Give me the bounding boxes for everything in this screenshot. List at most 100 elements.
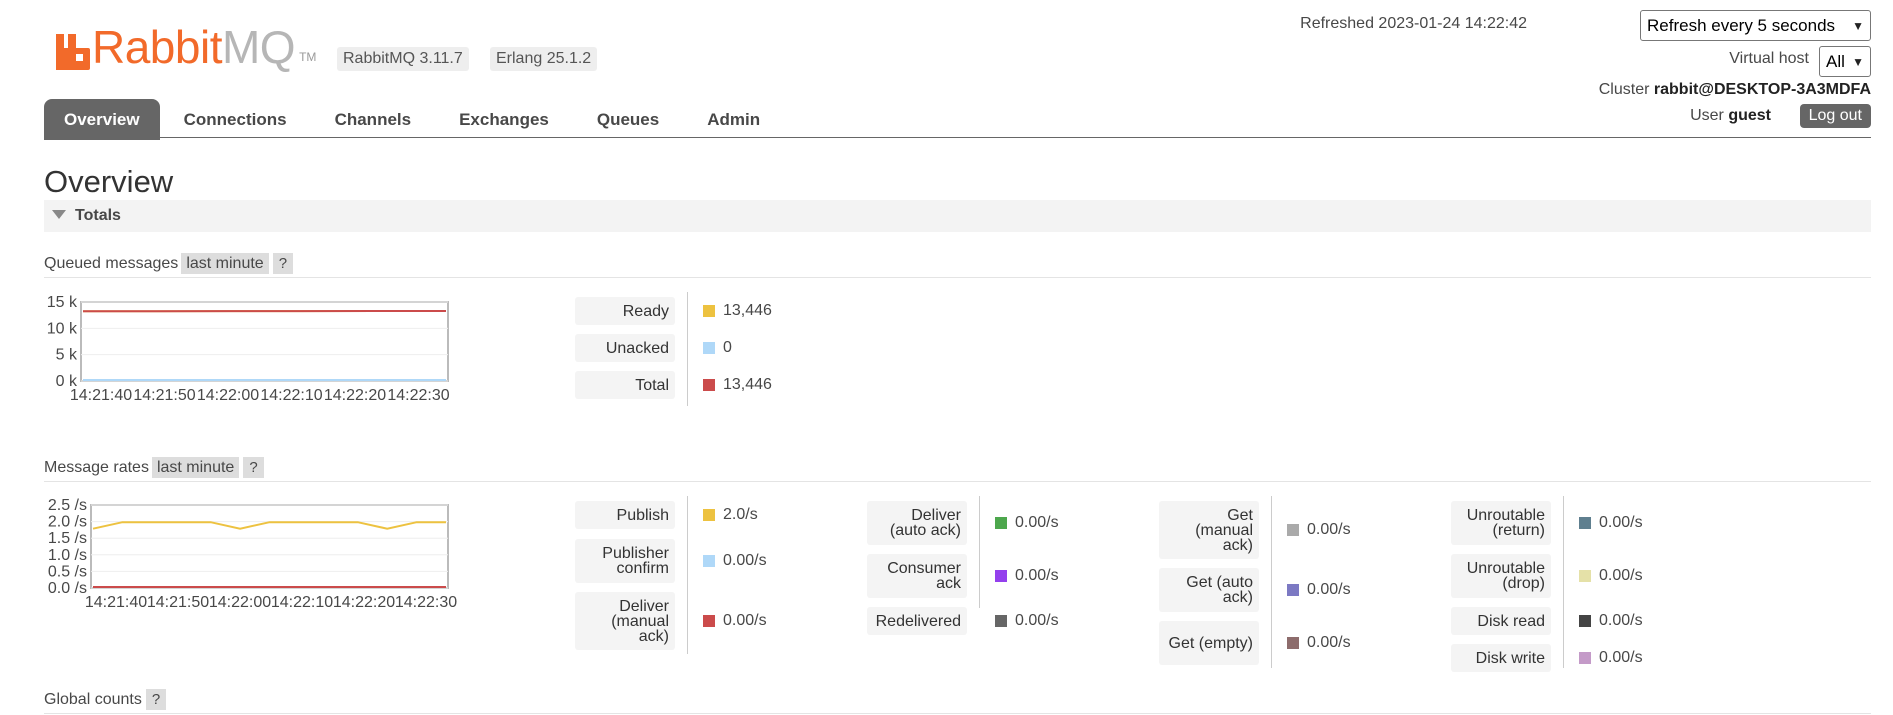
queued-chart-xtick-label: 14:21:40: [70, 387, 132, 404]
user-info: User guest: [1690, 107, 1771, 125]
legend-value-text: 0.00/s: [1015, 567, 1059, 584]
cluster-label: Cluster: [1598, 81, 1650, 98]
queued-chart-ytick-label: 10 k: [47, 320, 78, 337]
rates-chart-xtick-label: 14:22:10: [271, 594, 333, 611]
legend-value-text: 0.00/s: [723, 552, 767, 569]
totals-section-header[interactable]: [44, 200, 1871, 232]
legend-label: Publisher confirm: [575, 539, 675, 583]
legend-swatch: [1579, 615, 1591, 627]
legend-label: Disk write: [1451, 644, 1551, 672]
tab-channels[interactable]: Channels: [311, 99, 436, 140]
legend-label: Publish: [575, 501, 675, 529]
rates-chart-ytick-label: 0.5 /s: [48, 563, 87, 580]
legend-value: 0.00/s: [1579, 644, 1643, 672]
virtual-host-select[interactable]: All ▼: [1819, 46, 1871, 77]
message-rates-label: Message rates: [44, 459, 149, 476]
legend-swatch: [1287, 584, 1299, 596]
virtual-host-value: All: [1826, 51, 1845, 71]
global-counts-label: Global counts: [44, 691, 142, 708]
legend-value: 2.0/s: [703, 501, 758, 529]
chevron-down-icon: ▼: [1852, 18, 1864, 33]
legend-swatch: [1579, 517, 1591, 529]
legend-swatch: [995, 517, 1007, 529]
rates-chart-xtick-label: 14:22:30: [395, 594, 457, 611]
collapse-triangle-icon[interactable]: [52, 210, 66, 219]
logo-text-rabbit: Rabbit: [92, 21, 222, 73]
message-rates-header: Message rates last minute?: [44, 457, 264, 478]
legend-label: Get (manual ack): [1159, 501, 1259, 559]
rates-chart-xtick-label: 14:22:20: [333, 594, 395, 611]
rabbitmq-logo[interactable]: RabbitMQ TM: [56, 24, 316, 70]
queued-chart-xtick-label: 14:21:50: [133, 387, 195, 404]
rates-chart-ytick-label: 1.0 /s: [48, 547, 87, 564]
legend-label: Redelivered: [867, 607, 967, 635]
legend-value-text: 2.0/s: [723, 506, 758, 523]
legend-value-text: 13,446: [723, 376, 772, 393]
refresh-interval-select[interactable]: Refresh every 5 seconds ▼: [1640, 10, 1871, 41]
section-divider: [44, 481, 1871, 482]
legend-value: 0.00/s: [995, 554, 1059, 598]
legend-swatch: [1287, 524, 1299, 536]
legend-swatch: [1579, 652, 1591, 664]
refresh-interval-value: Refresh every 5 seconds: [1647, 15, 1836, 35]
cluster-info: Cluster rabbit@DESKTOP-3A3MDFA: [1599, 81, 1871, 99]
logo-wordmark: RabbitMQ: [92, 21, 296, 73]
legend-swatch: [703, 615, 715, 627]
legend-value: 13,446: [703, 297, 772, 325]
legend-value: 0.00/s: [1287, 568, 1351, 612]
rates-chart-xtick-label: 14:21:40: [85, 594, 147, 611]
legend-label: Deliver (manual ack): [575, 592, 675, 650]
rates-chart-ytick-label: 2.5 /s: [48, 497, 87, 514]
help-button[interactable]: ?: [272, 253, 294, 274]
legend-value-text: 0.00/s: [1015, 612, 1059, 629]
legend-separator: [1271, 496, 1272, 668]
tab-exchanges[interactable]: Exchanges: [435, 99, 573, 140]
chevron-down-icon: ▼: [1852, 54, 1864, 69]
legend-value: 0.00/s: [703, 592, 767, 650]
legend-value-text: 0: [723, 339, 732, 356]
cluster-name: rabbit@DESKTOP-3A3MDFA: [1653, 81, 1871, 98]
tab-queues[interactable]: Queues: [573, 99, 683, 140]
main-nav: Overview Connections Channels Exchanges …: [44, 99, 784, 140]
queued-chart-plot-frame: [80, 301, 449, 382]
legend-value-text: 0.00/s: [723, 612, 767, 629]
logo-trademark: TM: [299, 50, 317, 64]
legend-label: Deliver (auto ack): [867, 501, 967, 545]
legend-value-text: 0.00/s: [1307, 634, 1351, 651]
legend-separator: [687, 496, 688, 654]
legend-value-text: 0.00/s: [1015, 514, 1059, 531]
message-rates-chart: 2.5 /s2.0 /s1.5 /s1.0 /s0.5 /s0.0 /s14:2…: [48, 497, 457, 611]
legend-value: 0.00/s: [1579, 501, 1643, 545]
legend-value: 0.00/s: [1579, 607, 1643, 635]
erlang-version-badge: Erlang 25.1.2: [490, 47, 598, 71]
logout-button[interactable]: Log out: [1799, 104, 1871, 128]
refreshed-timestamp: Refreshed 2023-01-24 14:22:42: [1300, 15, 1527, 32]
legend-value-text: 0.00/s: [1599, 567, 1643, 584]
chart-range-select[interactable]: last minute: [181, 253, 269, 274]
legend-value-text: 0.00/s: [1307, 581, 1351, 598]
virtual-host-label: Virtual host: [1729, 50, 1809, 67]
legend-swatch: [703, 555, 715, 567]
queued-messages-chart: 15 k10 k5 k0 k14:21:40 14:21:50 14:22:00 14…: [47, 294, 450, 404]
legend-label: Consumer ack: [867, 554, 967, 598]
legend-label: Unacked: [575, 334, 675, 362]
totals-section-title[interactable]: Totals: [75, 207, 121, 225]
queued-chart-xtick-label: 14:22:30: [387, 387, 449, 404]
tab-overview[interactable]: Overview: [44, 99, 160, 140]
help-button[interactable]: ?: [145, 689, 167, 710]
legend-swatch: [703, 342, 715, 354]
legend-swatch: [1287, 637, 1299, 649]
queued-chart-xtick-label: 14:22:00: [197, 387, 259, 404]
rates-chart-ytick-label: 0.0 /s: [48, 580, 87, 597]
legend-swatch: [995, 570, 1007, 582]
legend-value: 13,446: [703, 371, 772, 399]
queued-chart-ytick-label: 5 k: [56, 347, 78, 364]
tab-admin[interactable]: Admin: [683, 99, 784, 140]
chart-range-select[interactable]: last minute: [151, 457, 240, 478]
nav-divider: [44, 137, 1871, 138]
help-button[interactable]: ?: [243, 457, 264, 478]
rates-chart-xtick-label: 14:21:50: [147, 594, 209, 611]
tab-connections[interactable]: Connections: [160, 99, 311, 140]
rates-chart-xtick-label: 14:22:00: [209, 594, 271, 611]
legend-value-text: 0.00/s: [1307, 521, 1351, 538]
